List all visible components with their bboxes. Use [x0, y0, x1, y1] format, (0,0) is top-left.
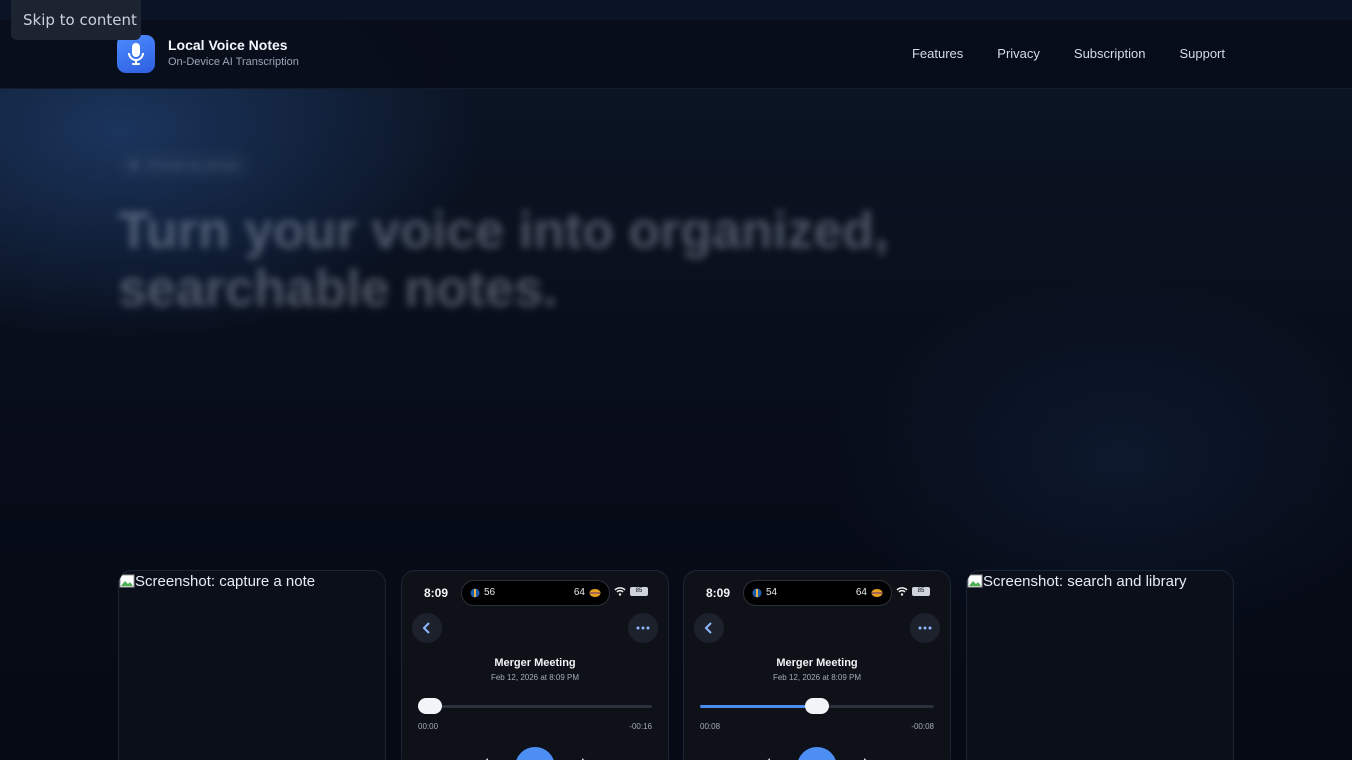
- note-title: Merger Meeting: [494, 657, 576, 669]
- chevron-left-icon: [704, 622, 712, 634]
- scrubber-thumb[interactable]: [417, 698, 442, 714]
- remaining-time: -00:16: [629, 722, 652, 731]
- broken-image-alt: Screenshot: search and library: [983, 573, 1187, 590]
- island-right-score: 64: [573, 587, 585, 598]
- brand-tagline: On-Device AI Transcription: [168, 56, 299, 68]
- scrubber-fill: [700, 705, 817, 708]
- hero-badge-label: Private by design: [148, 158, 241, 172]
- team-logo-icon: [470, 588, 480, 597]
- screenshot-card-playback-start: 8:09 56 64 85 Merger Meeting Feb 12, 202…: [401, 570, 669, 760]
- nav-privacy[interactable]: Privacy: [997, 46, 1040, 61]
- battery-icon: 85: [630, 587, 648, 596]
- more-icon: [918, 626, 932, 630]
- nav-features[interactable]: Features: [912, 46, 963, 61]
- hero-badge: Private by design: [118, 150, 253, 180]
- scrubber-thumb[interactable]: [805, 698, 829, 714]
- elapsed-time: 00:00: [418, 722, 439, 731]
- more-button[interactable]: [628, 613, 658, 643]
- chevron-left-icon: [422, 622, 430, 634]
- broken-image: Screenshot: search and library: [967, 573, 1186, 590]
- playback-scrubber[interactable]: [700, 698, 934, 714]
- skip-to-content-link[interactable]: Skip to content: [11, 0, 141, 40]
- basketball-icon: [589, 588, 601, 597]
- playback-scrubber[interactable]: [417, 698, 652, 714]
- broken-image-alt: Screenshot: capture a note: [135, 573, 316, 590]
- wifi-icon: [896, 587, 908, 596]
- team-logo-icon: [752, 588, 762, 597]
- broken-image-icon: [119, 574, 135, 588]
- nav-subscription[interactable]: Subscription: [1074, 46, 1146, 61]
- status-time: 8:09: [706, 586, 731, 600]
- island-right-score: 64: [855, 587, 867, 598]
- remaining-time: -00:08: [911, 722, 934, 731]
- screenshot-card-capture: Screenshot: capture a note: [118, 570, 386, 760]
- note-date: Feb 12, 2026 at 8:09 PM: [490, 673, 580, 682]
- more-icon: [636, 626, 650, 630]
- screenshot-card-playback-mid: 8:09 54 64 85 Merger Meeting Feb 12, 202…: [683, 570, 951, 760]
- island-left-score: 56: [484, 587, 496, 598]
- nav-support[interactable]: Support: [1179, 46, 1225, 61]
- status-time: 8:09: [424, 586, 449, 600]
- broken-image: Screenshot: capture a note: [119, 573, 315, 590]
- back-button[interactable]: [694, 613, 724, 643]
- more-button[interactable]: [910, 613, 940, 643]
- phone-status-bar: 8:09 54 64 85: [684, 571, 950, 615]
- note-title: Merger Meeting: [776, 657, 858, 669]
- microphone-icon[interactable]: [117, 35, 155, 73]
- broken-image-icon: [967, 574, 983, 588]
- wifi-icon: [614, 587, 626, 596]
- back-button[interactable]: [412, 613, 442, 643]
- island-left-score: 54: [766, 587, 778, 598]
- hero: Private by design Turn your voice into o…: [118, 150, 978, 318]
- basketball-icon: [871, 588, 883, 597]
- dynamic-island: 54 64: [743, 580, 892, 606]
- top-strip: [0, 0, 1352, 20]
- note-date: Feb 12, 2026 at 8:09 PM: [772, 673, 862, 682]
- brand-name[interactable]: Local Voice Notes: [168, 37, 288, 53]
- site-header: Local Voice Notes On-Device AI Transcrip…: [0, 20, 1352, 89]
- play-button[interactable]: [797, 747, 837, 760]
- dynamic-island: 56 64: [461, 580, 610, 606]
- main-nav: Features Privacy Subscription Support: [912, 46, 1225, 61]
- phone-status-bar: 8:09 56 64 85: [402, 571, 668, 615]
- hero-headline: Turn your voice into organized, searchab…: [118, 202, 889, 318]
- badge-dot-icon: [130, 161, 138, 169]
- battery-icon: 85: [912, 587, 930, 596]
- elapsed-time: 00:08: [700, 722, 721, 731]
- play-button[interactable]: [515, 747, 555, 760]
- screenshot-card-search: Screenshot: search and library: [966, 570, 1234, 760]
